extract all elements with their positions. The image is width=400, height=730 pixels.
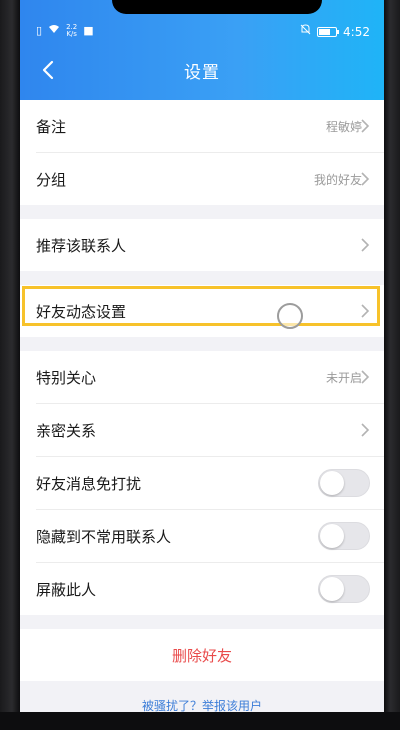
row-group-value: 我的好友 [313,172,362,187]
report-user-link[interactable]: 被骚扰了？举报该用户 [20,697,384,712]
row-mute: 好友消息免打扰 [20,457,384,509]
row-block-label: 屏蔽此人 [36,580,97,599]
row-remark[interactable]: 备注 程敏婷 [20,100,384,152]
mute-toggle[interactable] [318,469,370,497]
section-recommend: 推荐该联系人 [20,219,384,271]
toggle-knob [320,524,344,548]
screen: ▯ 2.2 K/s ■ 4:52 设置 备注 程敏婷 分组 我的好友 推荐该联系… [20,0,384,712]
chevron-right-icon [361,172,370,186]
chevron-right-icon [361,119,370,133]
section-relations: 特别关心 未开启 亲密关系 好友消息免打扰 隐藏到不常用联系人 屏蔽此人 [20,351,384,615]
toggle-knob [320,471,344,495]
chevron-right-icon [361,304,370,318]
block-toggle[interactable] [318,575,370,603]
row-moments-label: 好友动态设置 [36,302,127,321]
row-recommend-label: 推荐该联系人 [36,236,127,255]
network-speed: 2.2 K/s [66,24,77,38]
nav-bar: 设置 [20,52,384,88]
row-intimate-label: 亲密关系 [36,421,97,440]
battery-icon [317,26,340,37]
section-info: 备注 程敏婷 分组 我的好友 [20,100,384,205]
chevron-right-icon [361,238,370,252]
toggle-knob [320,577,344,601]
section-moments: 好友动态设置 [20,285,384,337]
row-special-care-value: 未开启 [325,370,362,385]
bottom-bezel [0,712,400,730]
settings-list: 备注 程敏婷 分组 我的好友 推荐该联系人 好友动态设置 特别关心 未开启 亲密… [20,100,384,712]
wifi-icon [48,24,60,38]
row-moments[interactable]: 好友动态设置 [20,285,384,337]
status-bar: ▯ 2.2 K/s ■ 4:52 [20,22,384,42]
row-hide: 隐藏到不常用联系人 [20,510,384,562]
status-right: 4:52 [300,24,370,39]
row-group-label: 分组 [36,170,67,189]
clock: 4:52 [343,24,370,39]
row-special-care[interactable]: 特别关心 未开启 [20,351,384,403]
hide-toggle[interactable] [318,522,370,550]
row-recommend[interactable]: 推荐该联系人 [20,219,384,271]
row-group[interactable]: 分组 我的好友 [20,153,384,205]
right-bezel [384,0,400,730]
delete-friend-button[interactable]: 删除好友 [20,629,384,681]
row-remark-label: 备注 [36,117,67,136]
chevron-right-icon [361,423,370,437]
left-bezel [0,0,20,730]
notification-icon: ■ [83,24,94,37]
sim-icon: ▯ [36,24,43,37]
page-title: 设置 [184,63,220,83]
row-intimate[interactable]: 亲密关系 [20,404,384,456]
row-block: 屏蔽此人 [20,563,384,615]
network-speed-unit: K/s [66,30,77,38]
row-hide-label: 隐藏到不常用联系人 [36,527,172,546]
chevron-right-icon [361,370,370,384]
row-remark-value: 程敏婷 [325,119,362,134]
row-special-care-label: 特别关心 [36,368,97,387]
row-mute-label: 好友消息免打扰 [36,474,142,493]
mute-icon [300,24,311,39]
phone-frame: ▯ 2.2 K/s ■ 4:52 设置 备注 程敏婷 分组 我的好友 推荐该联系… [0,0,400,730]
status-left: ▯ 2.2 K/s ■ [36,24,94,38]
camera-notch [112,0,322,14]
